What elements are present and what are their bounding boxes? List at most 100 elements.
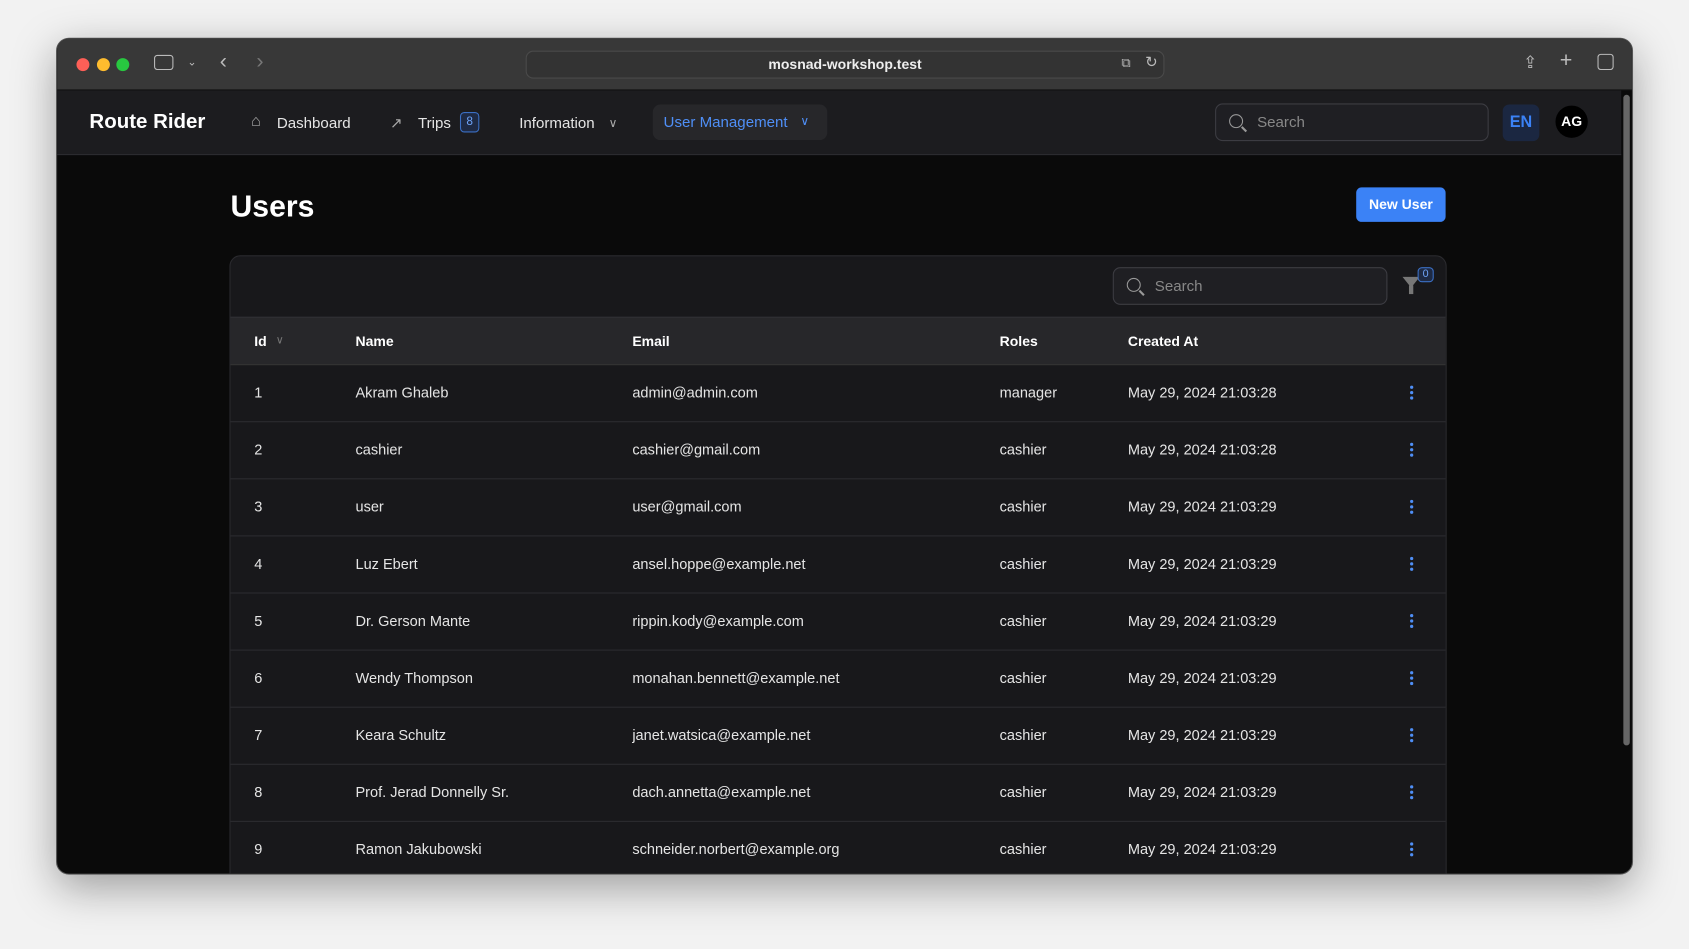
brand-logo[interactable]: Route Rider	[89, 111, 205, 135]
table-row[interactable]: 2 cashier cashier@gmail.com cashier May 29, …	[230, 422, 1446, 480]
minimize-window-button[interactable]	[96, 58, 110, 72]
new-user-button[interactable]: New User	[1356, 187, 1446, 222]
cell-id: 4	[254, 555, 263, 572]
row-actions-icon[interactable]	[1410, 556, 1414, 573]
forward-icon[interactable]: ›	[256, 50, 263, 75]
column-header-roles: Roles	[999, 332, 1038, 350]
maximize-window-button[interactable]	[116, 58, 130, 72]
table-row[interactable]: 8 Prof. Jerad Donnelly Sr. dach.annetta@ex…	[230, 765, 1446, 822]
table-row[interactable]: 1 Akram Ghaleb admin@admin.com manager May 2…	[230, 365, 1446, 423]
cell-created-at: May 29, 2024 21:03:29	[1127, 784, 1277, 801]
cell-name: user	[355, 498, 384, 515]
table-row[interactable]: 6 Wendy Thompson monahan.bennett@example.n…	[230, 651, 1446, 708]
column-header-id[interactable]: Id	[254, 333, 266, 349]
scrollbar[interactable]	[1623, 94, 1630, 746]
cell-id: 7	[254, 727, 263, 744]
search-icon	[1229, 114, 1244, 129]
cell-id: 9	[254, 841, 263, 858]
avatar[interactable]: AG	[1555, 105, 1588, 138]
table-row[interactable]: 9 Ramon Jakubowski schneider.norbert@examp…	[231, 822, 1446, 874]
home-icon: ⌂	[250, 112, 261, 131]
cell-name: Ramon Jakubowski	[355, 841, 482, 858]
nav-user-management[interactable]: User Management ∨	[652, 104, 828, 141]
users-table-card: Search 0 Id ∨ Name Email Roles Created A…	[229, 255, 1447, 874]
page-title: Users	[230, 189, 315, 223]
cell-name: Luz Ebert	[355, 555, 418, 572]
row-actions-icon[interactable]	[1410, 385, 1414, 402]
trips-count-badge: 8	[459, 112, 480, 133]
language-switcher[interactable]: EN	[1502, 104, 1540, 142]
column-header-created-at: Created At	[1127, 332, 1199, 350]
column-header-email: Email	[632, 332, 670, 350]
cell-roles: cashier	[999, 555, 1047, 572]
cell-created-at: May 29, 2024 21:03:29	[1127, 670, 1277, 687]
reload-icon[interactable]: ↻	[1145, 53, 1158, 71]
close-window-button[interactable]	[76, 58, 90, 72]
table-row[interactable]: 5 Dr. Gerson Mante rippin.kody@example.com…	[230, 594, 1446, 651]
chevron-down-icon: ∨	[800, 115, 810, 129]
cell-roles: cashier	[999, 441, 1047, 458]
cell-id: 6	[254, 670, 263, 687]
table-row[interactable]: 7 Keara Schultz janet.watsica@example.net c…	[230, 708, 1446, 765]
browser-toolbar: ⌄ ‹ › mosnad-workshop.test ⧉ ↻ ⇪ +	[57, 38, 1632, 91]
nav-user-management-label: User Management	[663, 113, 788, 131]
cell-created-at: May 29, 2024 21:03:29	[1127, 612, 1277, 630]
table-search-input[interactable]: Search	[1112, 267, 1388, 305]
cell-name: Akram Ghaleb	[355, 384, 449, 401]
cell-name: Keara Schultz	[355, 727, 447, 744]
row-actions-icon[interactable]	[1410, 499, 1414, 516]
search-icon	[1126, 277, 1141, 292]
global-search-input[interactable]: Search	[1215, 103, 1489, 142]
cell-id: 2	[254, 441, 263, 458]
table-row[interactable]: 3 user user@gmail.com cashier May 29, 2024 2…	[230, 479, 1446, 537]
cell-roles: cashier	[999, 727, 1047, 744]
nav-trips[interactable]: Trips	[418, 114, 451, 131]
cell-email: user@gmail.com	[632, 498, 742, 515]
cell-name: Prof. Jerad Donnelly Sr.	[355, 784, 510, 801]
cell-email: admin@admin.com	[632, 384, 758, 401]
nav-information[interactable]: Information	[519, 114, 594, 131]
url-text: mosnad-workshop.test	[768, 56, 922, 73]
sidebar-toggle-icon[interactable]	[154, 54, 174, 71]
row-actions-icon[interactable]	[1410, 842, 1414, 858]
table-header: Id ∨ Name Email Roles Created At	[230, 316, 1446, 366]
top-nav: Route Rider ⌂ Dashboard ↗ Trips 8 Inform…	[57, 90, 1622, 156]
cell-created-at: May 29, 2024 21:03:28	[1127, 384, 1277, 401]
new-tab-icon[interactable]: +	[1560, 48, 1573, 73]
cell-id: 8	[254, 784, 263, 801]
cell-roles: cashier	[999, 612, 1047, 630]
cell-email: cashier@gmail.com	[632, 441, 761, 458]
cell-roles: cashier	[999, 670, 1047, 687]
tabs-overview-icon[interactable]	[1597, 53, 1614, 71]
browser-window: ⌄ ‹ › mosnad-workshop.test ⧉ ↻ ⇪ + Route…	[56, 37, 1634, 875]
row-actions-icon[interactable]	[1410, 614, 1414, 630]
address-bar[interactable]: mosnad-workshop.test	[525, 50, 1165, 79]
search-placeholder: Search	[1257, 113, 1305, 131]
row-actions-icon[interactable]	[1410, 728, 1414, 744]
cell-name: cashier	[355, 441, 403, 458]
cell-email: ansel.hoppe@example.net	[632, 555, 806, 572]
chevron-down-icon[interactable]: ⌄	[187, 57, 196, 69]
row-actions-icon[interactable]	[1410, 785, 1414, 801]
table-row[interactable]: 4 Luz Ebert ansel.hoppe@example.net cashier…	[230, 536, 1446, 594]
filter-count-badge: 0	[1417, 267, 1434, 283]
nav-dashboard[interactable]: Dashboard	[277, 114, 351, 131]
column-header-name: Name	[355, 332, 394, 350]
cell-id: 3	[254, 498, 263, 515]
row-actions-icon[interactable]	[1410, 671, 1414, 687]
sort-chevron-icon[interactable]: ∨	[276, 335, 284, 347]
chevron-down-icon: ∨	[608, 117, 618, 131]
search-placeholder: Search	[1154, 276, 1203, 295]
cell-created-at: May 29, 2024 21:03:29	[1127, 555, 1277, 572]
cell-name: Wendy Thompson	[355, 670, 473, 687]
back-icon[interactable]: ‹	[220, 50, 227, 75]
row-actions-icon[interactable]	[1410, 442, 1414, 459]
share-icon[interactable]: ⇪	[1523, 52, 1537, 74]
translate-icon[interactable]: ⧉	[1121, 55, 1130, 71]
cell-created-at: May 29, 2024 21:03:29	[1127, 841, 1277, 858]
cell-email: monahan.bennett@example.net	[632, 670, 840, 687]
cell-id: 5	[254, 612, 263, 630]
cell-email: dach.annetta@example.net	[632, 784, 811, 801]
cell-id: 1	[254, 384, 263, 401]
cell-created-at: May 29, 2024 21:03:29	[1127, 498, 1277, 515]
